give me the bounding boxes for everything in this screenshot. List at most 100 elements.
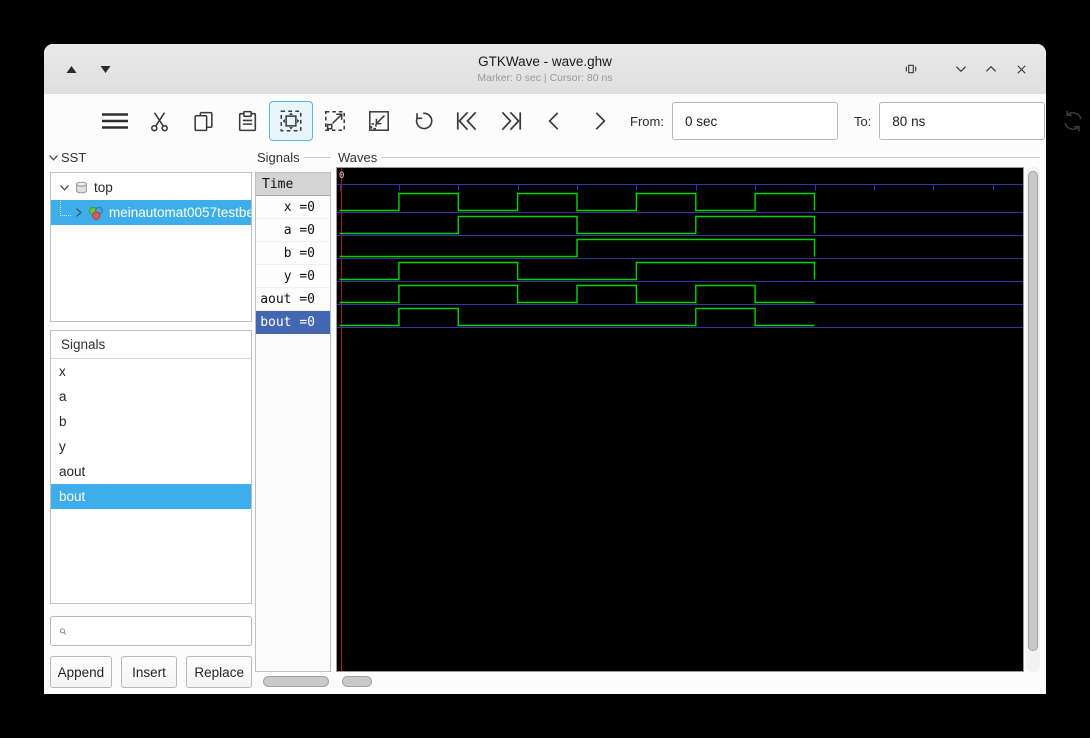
sst-collapse-icon[interactable] (48, 152, 59, 163)
skip-to-start-icon (456, 111, 477, 131)
time-column-header[interactable]: Time (256, 173, 330, 196)
expander-open-icon[interactable] (59, 182, 70, 193)
titlebar[interactable]: GTKWave - wave.ghw Marker: 0 sec | Curso… (44, 44, 1046, 95)
zoom-out-icon (369, 111, 389, 131)
shade-down-button[interactable] (92, 44, 118, 94)
marker-cursor-status: Marker: 0 sec | Cursor: 80 ns (477, 72, 613, 84)
reload-icon (1064, 110, 1082, 132)
tree-connector (60, 201, 71, 216)
to-input[interactable] (879, 102, 1046, 140)
chevron-up-icon (985, 65, 997, 72)
copy-icon (193, 111, 213, 131)
to-label: To: (853, 113, 872, 129)
undo-button[interactable] (401, 101, 445, 141)
waveform-bout (339, 307, 815, 327)
sst-frame-label: SST (48, 150, 252, 165)
undo-icon (415, 112, 433, 130)
tree-item-label: meinautomat0057testbe (109, 205, 251, 220)
paste-button[interactable] (225, 101, 269, 141)
close-button[interactable] (1010, 58, 1032, 80)
minimize-button[interactable] (950, 58, 972, 80)
signal-list-item-y[interactable]: y (51, 434, 251, 459)
zoom-in-button[interactable] (313, 101, 357, 141)
signal-list-header: Signals (51, 331, 251, 359)
next-edge-button[interactable] (577, 101, 621, 141)
window-title: GTKWave - wave.ghw (478, 54, 612, 69)
zoom-to-start-button[interactable] (445, 101, 489, 141)
from-label: From: (630, 113, 664, 129)
maximize-button[interactable] (980, 58, 1002, 80)
signal-value-row-a[interactable]: a =0 (256, 219, 330, 242)
main-toolbar: From: To: (44, 94, 1082, 148)
waves-frame-label: Waves (338, 150, 1040, 165)
hamburger-menu-icon (102, 113, 128, 129)
zoom-fit-button[interactable] (269, 101, 313, 141)
sst-buttons: Append Insert Replace (50, 656, 253, 688)
signal-list-item-a[interactable]: a (51, 384, 251, 409)
names-hscrollbar-thumb[interactable] (263, 676, 329, 687)
shade-up-button[interactable] (58, 44, 84, 94)
signal-value-row-bout[interactable]: bout =0 (256, 311, 330, 334)
component-icon (89, 206, 103, 220)
triangle-up-icon (66, 65, 76, 73)
cut-button[interactable] (137, 101, 181, 141)
sst-signals-panel: Signals x a b y aout bout (50, 330, 252, 604)
wave-area[interactable]: 0 (336, 167, 1024, 672)
waveform-x (339, 192, 816, 212)
waveform-y (339, 261, 816, 281)
waveform-b (339, 238, 816, 258)
signal-value-row-y[interactable]: y =0 (256, 265, 330, 288)
triangle-down-icon (100, 65, 110, 73)
chevron-left-icon (548, 112, 559, 130)
signal-names-panel: Time x =0 a =0 b =0 y =0 aout =0 bout =0 (255, 172, 331, 672)
insert-button[interactable]: Insert (120, 656, 178, 688)
restore-button[interactable] (900, 58, 922, 80)
restore-icon (905, 64, 917, 74)
signal-list: x a b y aout bout (51, 359, 251, 509)
wave-canvas[interactable]: 0 (337, 168, 1023, 671)
tree-item-top[interactable]: top (51, 175, 251, 200)
zoom-out-button[interactable] (357, 101, 401, 141)
close-icon (1016, 64, 1026, 74)
signal-list-item-x[interactable]: x (51, 359, 251, 384)
scope-icon (76, 181, 87, 194)
append-button[interactable]: Append (50, 656, 112, 688)
signal-list-item-bout[interactable]: bout (51, 484, 251, 509)
prev-edge-button[interactable] (533, 101, 577, 141)
waveform-aout (339, 284, 815, 304)
signal-value-row-x[interactable]: x =0 (256, 196, 330, 219)
signal-search-input[interactable] (67, 616, 251, 646)
desktop: { "window": { "title": "GTKWave - wave.g… (0, 0, 1090, 738)
wave-hscrollbar-thumb[interactable] (342, 676, 372, 687)
reload-button[interactable] (1051, 101, 1090, 141)
name-rows: x =0 a =0 b =0 y =0 aout =0 bout =0 (256, 196, 330, 334)
zoom-fit-icon (280, 110, 302, 132)
tree-item-testbench[interactable]: meinautomat0057testbe (51, 200, 251, 225)
chevron-right-icon (595, 112, 606, 130)
chevron-down-icon (955, 66, 967, 73)
cut-icon (150, 111, 168, 131)
sst-tree-panel: top meinautomat0057testbe (50, 172, 252, 322)
zoom-to-end-button[interactable] (489, 101, 533, 141)
zoom-in-icon (325, 111, 345, 131)
signal-search-box[interactable] (50, 616, 252, 646)
signal-list-item-b[interactable]: b (51, 409, 251, 434)
waveform-a (339, 215, 816, 235)
from-input[interactable] (671, 102, 838, 140)
wave-vscrollbar-thumb[interactable] (1028, 171, 1038, 651)
signal-value-row-aout[interactable]: aout =0 (256, 288, 330, 311)
tree-item-label: top (94, 180, 113, 195)
signal-list-item-aout[interactable]: aout (51, 459, 251, 484)
gtkwave-window: GTKWave - wave.ghw Marker: 0 sec | Curso… (44, 44, 1082, 694)
timeline-origin-label: 0 (339, 171, 344, 181)
names-frame-label: Signals (257, 150, 331, 165)
wave-vscrollbar-track[interactable] (1026, 167, 1040, 672)
signal-value-row-b[interactable]: b =0 (256, 242, 330, 265)
search-icon (59, 627, 67, 635)
expander-closed-icon[interactable] (73, 207, 84, 218)
replace-button[interactable]: Replace (186, 656, 253, 688)
menu-button[interactable] (93, 101, 137, 141)
skip-to-end-icon (501, 111, 522, 131)
paste-icon (238, 110, 256, 131)
copy-button[interactable] (181, 101, 225, 141)
